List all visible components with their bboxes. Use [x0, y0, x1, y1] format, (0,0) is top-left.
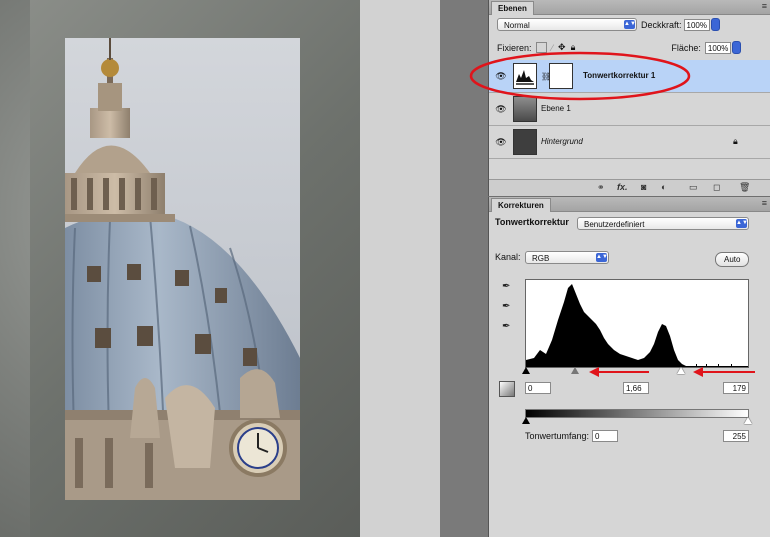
layers-tab-bar: Ebenen ≡: [489, 0, 770, 15]
black-input-slider[interactable]: [522, 367, 530, 374]
layer-row-hintergrund[interactable]: 👁︎ Hintergrund 🔒︎: [489, 126, 770, 159]
input-black-field[interactable]: 0: [525, 382, 551, 394]
preset-value: Benutzerdefiniert: [584, 220, 645, 229]
dome-illustration: [65, 38, 300, 500]
annotation-arrow-white: [693, 367, 755, 377]
select-arrows-icon: ▲▼: [596, 253, 608, 262]
visibility-eye-icon[interactable]: 👁︎: [495, 104, 507, 114]
black-eyedropper-icon[interactable]: ✒︎: [502, 281, 514, 293]
layer-thumb-hintergrund: [513, 129, 537, 155]
layer-name-hintergrund[interactable]: Hintergrund: [541, 137, 583, 146]
tab-layers[interactable]: Ebenen: [491, 1, 534, 15]
trash-icon[interactable]: 🗑︎: [739, 182, 750, 193]
select-arrows-icon: ▲▼: [736, 219, 748, 228]
new-adjustment-icon[interactable]: ◐: [661, 182, 666, 192]
panel-menu-icon[interactable]: ≡: [762, 198, 767, 208]
channel-value: RGB: [532, 254, 550, 263]
gamma-input-slider[interactable]: [571, 367, 579, 374]
fx-icon[interactable]: fx.: [617, 182, 628, 192]
white-input-slider[interactable]: [677, 367, 685, 374]
black-output-slider[interactable]: [522, 417, 530, 424]
layer-name-ebene-1[interactable]: Ebene 1: [541, 104, 571, 113]
blend-mode-select[interactable]: Normal ▲▼: [497, 18, 637, 31]
layers-footer: ⚭ fx. ◙ ◐ ▭ ◻ 🗑︎: [489, 179, 770, 196]
panel-menu-icon[interactable]: ≡: [762, 1, 767, 11]
output-white-field[interactable]: 255: [723, 430, 749, 442]
document-canvas[interactable]: [0, 0, 360, 537]
new-group-icon[interactable]: ▭: [689, 182, 698, 193]
input-white-field[interactable]: 179: [723, 382, 749, 394]
output-black-field[interactable]: 0: [592, 430, 618, 442]
opacity-dropdown[interactable]: [710, 18, 720, 31]
link-layers-icon[interactable]: ⚭: [597, 182, 605, 193]
select-arrows-icon: ▲▼: [624, 20, 636, 29]
output-gradient: [525, 409, 749, 418]
fill-input[interactable]: 100%: [704, 41, 731, 54]
channel-select[interactable]: RGB ▲▼: [525, 251, 609, 264]
dome-photo: [65, 38, 300, 500]
channel-label: Kanal:: [495, 252, 521, 262]
annotation-ellipse: [469, 51, 691, 101]
adjustments-panel[interactable]: Korrekturen ≡ Tonwertkorrektur Benutzerd…: [488, 197, 770, 537]
preset-select[interactable]: Benutzerdefiniert ▲▼: [577, 217, 749, 230]
auto-button[interactable]: Auto: [715, 252, 750, 267]
tab-adjustments[interactable]: Korrekturen: [491, 198, 551, 212]
adjustments-tab-bar: Korrekturen ≡: [489, 197, 770, 212]
layer-lock-icon: 🔒︎: [733, 136, 738, 146]
histogram-graph: [526, 284, 748, 367]
fill-dropdown[interactable]: [731, 41, 741, 54]
output-label: Tonwertumfang:: [525, 431, 590, 441]
adjustment-title: Tonwertkorrektur: [495, 217, 569, 227]
white-eyedropper-icon[interactable]: ✒︎: [502, 321, 514, 333]
visibility-eye-icon[interactable]: 👁︎: [495, 137, 507, 147]
add-mask-icon[interactable]: ◙: [641, 182, 646, 192]
workspace-gutter: [360, 0, 440, 537]
gray-eyedropper-icon[interactable]: ✒︎: [502, 301, 514, 313]
annotation-arrow-gamma: [589, 367, 649, 377]
input-gamma-field[interactable]: 1,66: [623, 382, 649, 394]
histogram: [525, 279, 749, 368]
new-layer-icon[interactable]: ◻: [713, 182, 720, 193]
blend-mode-value: Normal: [504, 21, 530, 30]
opacity-label: Deckkraft:: [641, 19, 682, 30]
clipping-histogram-icon[interactable]: [499, 381, 515, 397]
opacity-input[interactable]: 100%: [683, 18, 710, 31]
white-output-slider[interactable]: [744, 417, 752, 424]
